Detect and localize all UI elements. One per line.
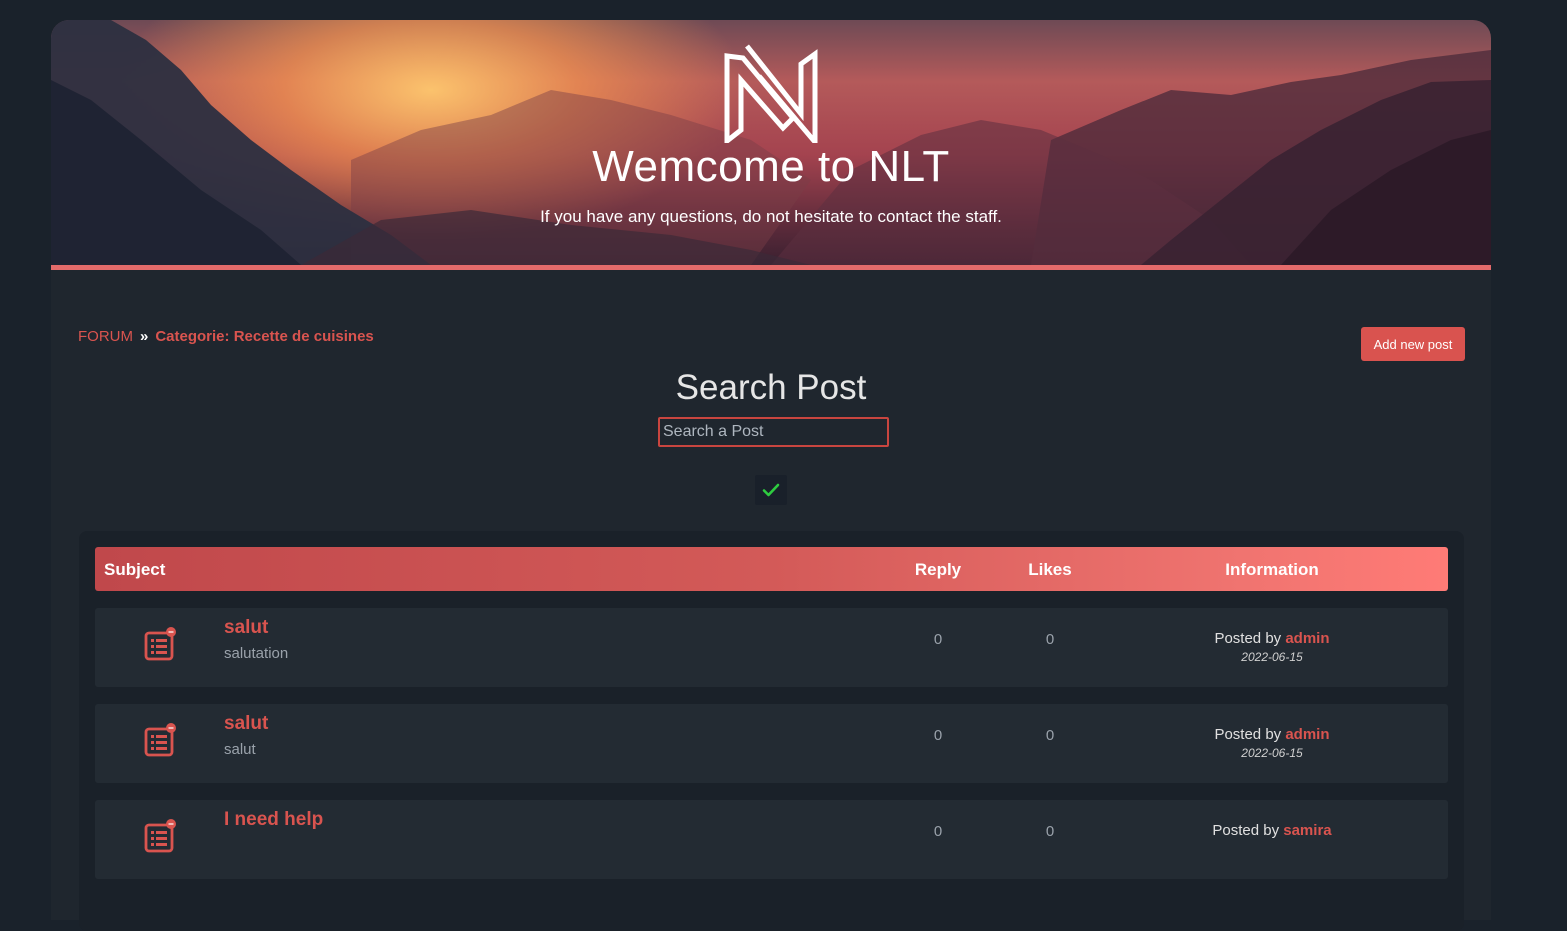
- search-title: Search Post: [675, 368, 867, 407]
- posted-by-label: Posted by: [1214, 726, 1282, 743]
- post-date: 2022-06-15: [1241, 746, 1303, 760]
- post-title-link[interactable]: salut: [224, 617, 268, 639]
- post-like-count: 0: [1045, 823, 1055, 840]
- banner-subtitle: If you have any questions, do not hesita…: [540, 207, 1002, 226]
- add-new-post-button[interactable]: Add new post: [1361, 327, 1465, 361]
- post-like-count: 0: [1045, 727, 1055, 744]
- post-list-icon: [144, 627, 176, 661]
- post-like-count: 0: [1045, 631, 1055, 648]
- header-likes: Likes: [1028, 560, 1072, 579]
- breadcrumb-current-category[interactable]: Categorie: Recette de cuisines: [155, 328, 373, 345]
- checkmark-icon: [762, 483, 780, 497]
- search-submit-button[interactable]: [755, 475, 787, 505]
- header-subject: Subject: [104, 560, 166, 579]
- banner-divider: [51, 265, 1491, 270]
- page-container: Wemcome to NLT If you have any questions…: [51, 20, 1491, 931]
- post-information: Posted by admin 2022-06-15: [1172, 726, 1372, 760]
- post-list-icon: [144, 819, 176, 853]
- post-description: salutation: [224, 645, 289, 662]
- post-author-link[interactable]: admin: [1285, 630, 1329, 647]
- breadcrumb-separator: »: [140, 328, 149, 345]
- posted-by-label: Posted by: [1212, 822, 1280, 839]
- table-row[interactable]: salut salut 0 0 Posted by admin 2022-06-…: [95, 704, 1448, 783]
- post-information: Posted by samira: [1172, 822, 1372, 842]
- header-reply: Reply: [914, 560, 962, 579]
- search-input[interactable]: [658, 417, 889, 447]
- header-banner: Wemcome to NLT If you have any questions…: [51, 20, 1491, 265]
- post-description: salut: [224, 741, 256, 758]
- post-reply-count: 0: [933, 727, 943, 744]
- post-reply-count: 0: [933, 631, 943, 648]
- post-title-link[interactable]: salut: [224, 713, 268, 735]
- post-reply-count: 0: [933, 823, 943, 840]
- table-header: Subject Reply Likes Information: [95, 547, 1448, 591]
- posts-table: Subject Reply Likes Information salut sa…: [79, 531, 1464, 931]
- table-row[interactable]: salut salutation 0 0 Posted by admin 202…: [95, 608, 1448, 687]
- post-date: 2022-06-15: [1241, 650, 1303, 664]
- header-information: Information: [1225, 560, 1319, 579]
- banner-title: Wemcome to NLT: [592, 142, 950, 191]
- breadcrumb: FORUM » Categorie: Recette de cuisines: [78, 328, 374, 345]
- breadcrumb-forum-link[interactable]: FORUM: [78, 328, 133, 345]
- post-title-link[interactable]: I need help: [224, 809, 323, 831]
- posted-by-label: Posted by: [1214, 630, 1282, 647]
- table-row[interactable]: I need help 0 0 Posted by samira: [95, 800, 1448, 879]
- post-author-link[interactable]: admin: [1285, 726, 1329, 743]
- post-information: Posted by admin 2022-06-15: [1172, 630, 1372, 664]
- nlt-logo-icon: [724, 44, 818, 143]
- post-author-link[interactable]: samira: [1283, 822, 1331, 839]
- post-list-icon: [144, 723, 176, 757]
